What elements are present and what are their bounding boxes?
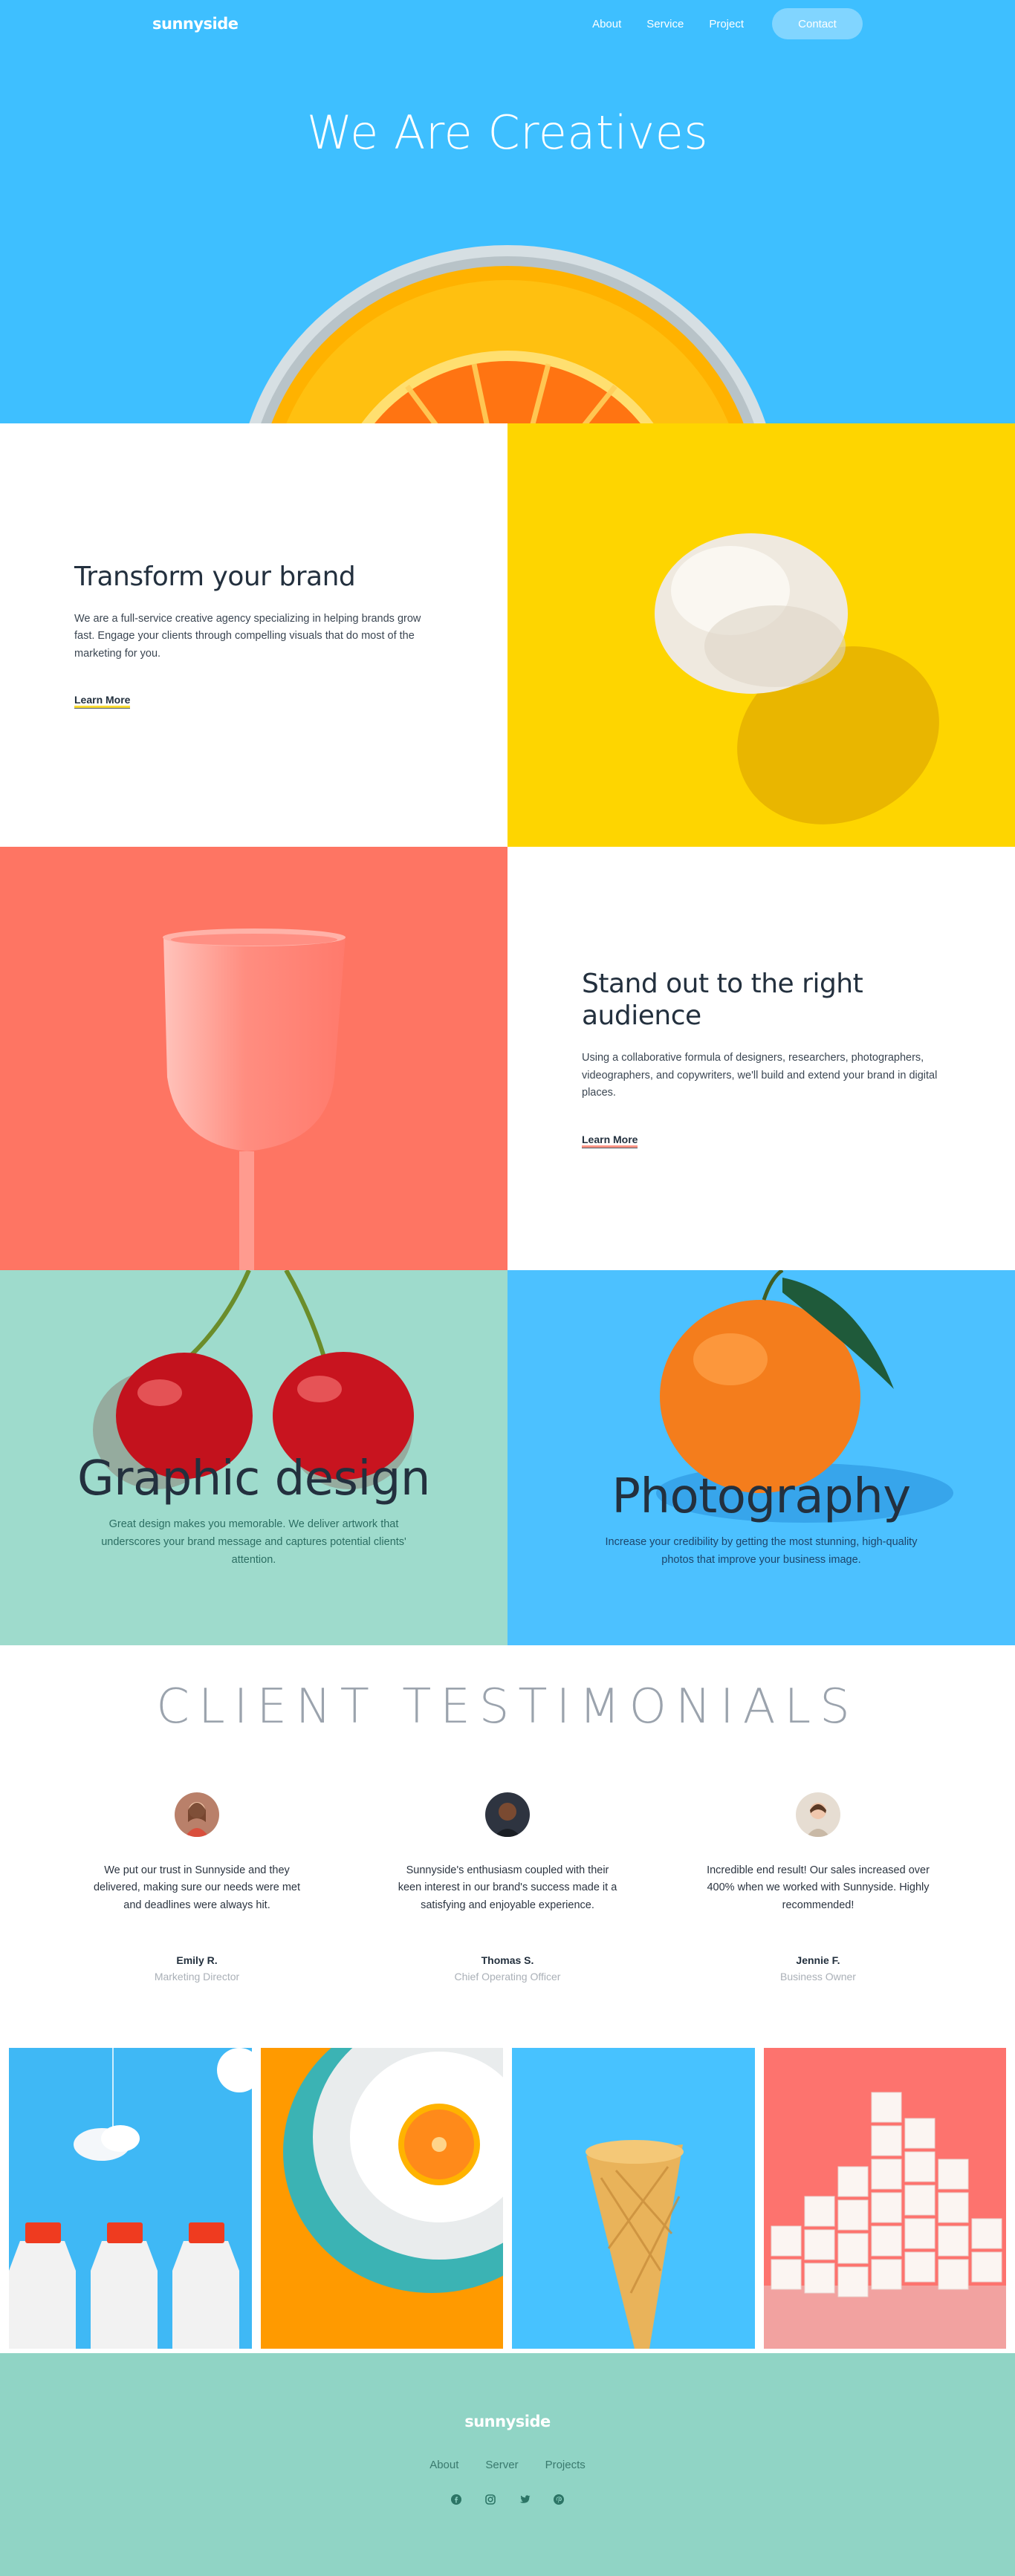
nav-about-link[interactable]: About bbox=[592, 18, 621, 30]
testimonial-card: Incredible end result! Our sales increas… bbox=[707, 1792, 930, 1983]
footer-server-link[interactable]: Server bbox=[485, 2459, 518, 2471]
testimonial-role: Marketing Director bbox=[154, 1971, 240, 1983]
testimonial-card: Sunnyside's enthusiasm coupled with thei… bbox=[396, 1792, 619, 1983]
nav-links: About Service Project Contact bbox=[592, 8, 863, 39]
twitter-icon[interactable] bbox=[519, 2494, 531, 2505]
transform-text-body: We are a full-service creative agency sp… bbox=[74, 613, 421, 660]
cup-image bbox=[0, 847, 507, 1270]
footer-links: About Server Projects bbox=[429, 2459, 586, 2471]
avatar bbox=[175, 1792, 219, 1837]
footer-projects-link[interactable]: Projects bbox=[545, 2459, 586, 2471]
footer-logo[interactable]: sunnyside bbox=[464, 2413, 551, 2430]
transform-title: Transform your brand bbox=[74, 561, 356, 592]
social-links bbox=[450, 2494, 565, 2505]
testimonial-name: Thomas S. bbox=[481, 1954, 534, 1967]
gallery-sugar-cubes-image bbox=[763, 2048, 1006, 2349]
standout-text: Stand out to the right audience Using a … bbox=[507, 847, 1015, 1270]
graphic-design-card: Graphic design Great design makes you me… bbox=[0, 1270, 507, 1645]
testimonials-heading: CLIENT TESTIMONIALS bbox=[156, 1679, 859, 1734]
hero-orange-image bbox=[236, 245, 779, 423]
testimonial-name: Emily R. bbox=[176, 1954, 218, 1967]
testimonial-card: We put our trust in Sunnyside and they d… bbox=[85, 1792, 308, 1983]
pinterest-icon[interactable] bbox=[553, 2494, 565, 2505]
testimonial-role: Chief Operating Officer bbox=[454, 1971, 561, 1983]
footer: sunnyside About Server Projects bbox=[0, 2353, 1015, 2576]
gallery-ice-cream-cone-image bbox=[512, 2048, 755, 2349]
hero-title: We Are Creatives bbox=[306, 105, 709, 160]
graphic-design-title: Graphic design bbox=[77, 1451, 430, 1507]
avatar bbox=[796, 1792, 840, 1837]
standout-text-body: Using a collaborative formula of designe… bbox=[582, 1052, 938, 1099]
facebook-icon[interactable] bbox=[450, 2494, 462, 2505]
top-nav: sunnyside About Service Project Contact bbox=[0, 0, 1015, 48]
photography-title: Photography bbox=[612, 1469, 911, 1525]
gallery-orange-plate-image bbox=[260, 2048, 503, 2349]
nav-project-link[interactable]: Project bbox=[709, 18, 744, 30]
services-section: Graphic design Great design makes you me… bbox=[0, 1270, 1015, 1645]
testimonials-section: CLIENT TESTIMONIALS We put our trust in … bbox=[0, 1645, 1015, 2048]
logo[interactable]: sunnyside bbox=[152, 15, 239, 33]
orange-fruit-image bbox=[507, 1270, 1015, 1645]
testimonial-quote: Incredible end result! Our sales increas… bbox=[707, 1864, 930, 1911]
transform-text: Transform your brand We are a full-servi… bbox=[0, 423, 507, 847]
testimonial-name: Jennie F. bbox=[796, 1954, 840, 1967]
instagram-icon[interactable] bbox=[484, 2494, 496, 2505]
transform-learn-more-link[interactable]: Learn More bbox=[74, 694, 131, 709]
gallery-milk-bottles-image bbox=[9, 2048, 252, 2349]
transform-section: Transform your brand We are a full-servi… bbox=[0, 423, 1015, 847]
gallery-section bbox=[0, 2048, 1015, 2353]
egg-image bbox=[507, 423, 1015, 847]
hero-section: sunnyside About Service Project Contact … bbox=[0, 0, 1015, 423]
photography-text: Increase your credibility by getting the… bbox=[605, 1536, 918, 1567]
standout-section: Stand out to the right audience Using a … bbox=[0, 847, 1015, 1270]
standout-title: Stand out to the right audience bbox=[582, 969, 863, 1031]
testimonial-quote: Sunnyside's enthusiasm coupled with thei… bbox=[398, 1864, 617, 1911]
testimonial-cards: We put our trust in Sunnyside and they d… bbox=[0, 1792, 1015, 1983]
nav-service-link[interactable]: Service bbox=[646, 18, 684, 30]
testimonial-quote: We put our trust in Sunnyside and they d… bbox=[93, 1864, 301, 1911]
photography-card: Photography Increase your credibility by… bbox=[507, 1270, 1015, 1645]
testimonial-role: Business Owner bbox=[780, 1971, 856, 1983]
contact-button[interactable]: Contact bbox=[772, 8, 863, 39]
graphic-design-text: Great design makes you memorable. We del… bbox=[101, 1518, 406, 1567]
standout-learn-more-link[interactable]: Learn More bbox=[582, 1133, 638, 1148]
footer-about-link[interactable]: About bbox=[429, 2459, 458, 2471]
avatar bbox=[485, 1792, 530, 1837]
